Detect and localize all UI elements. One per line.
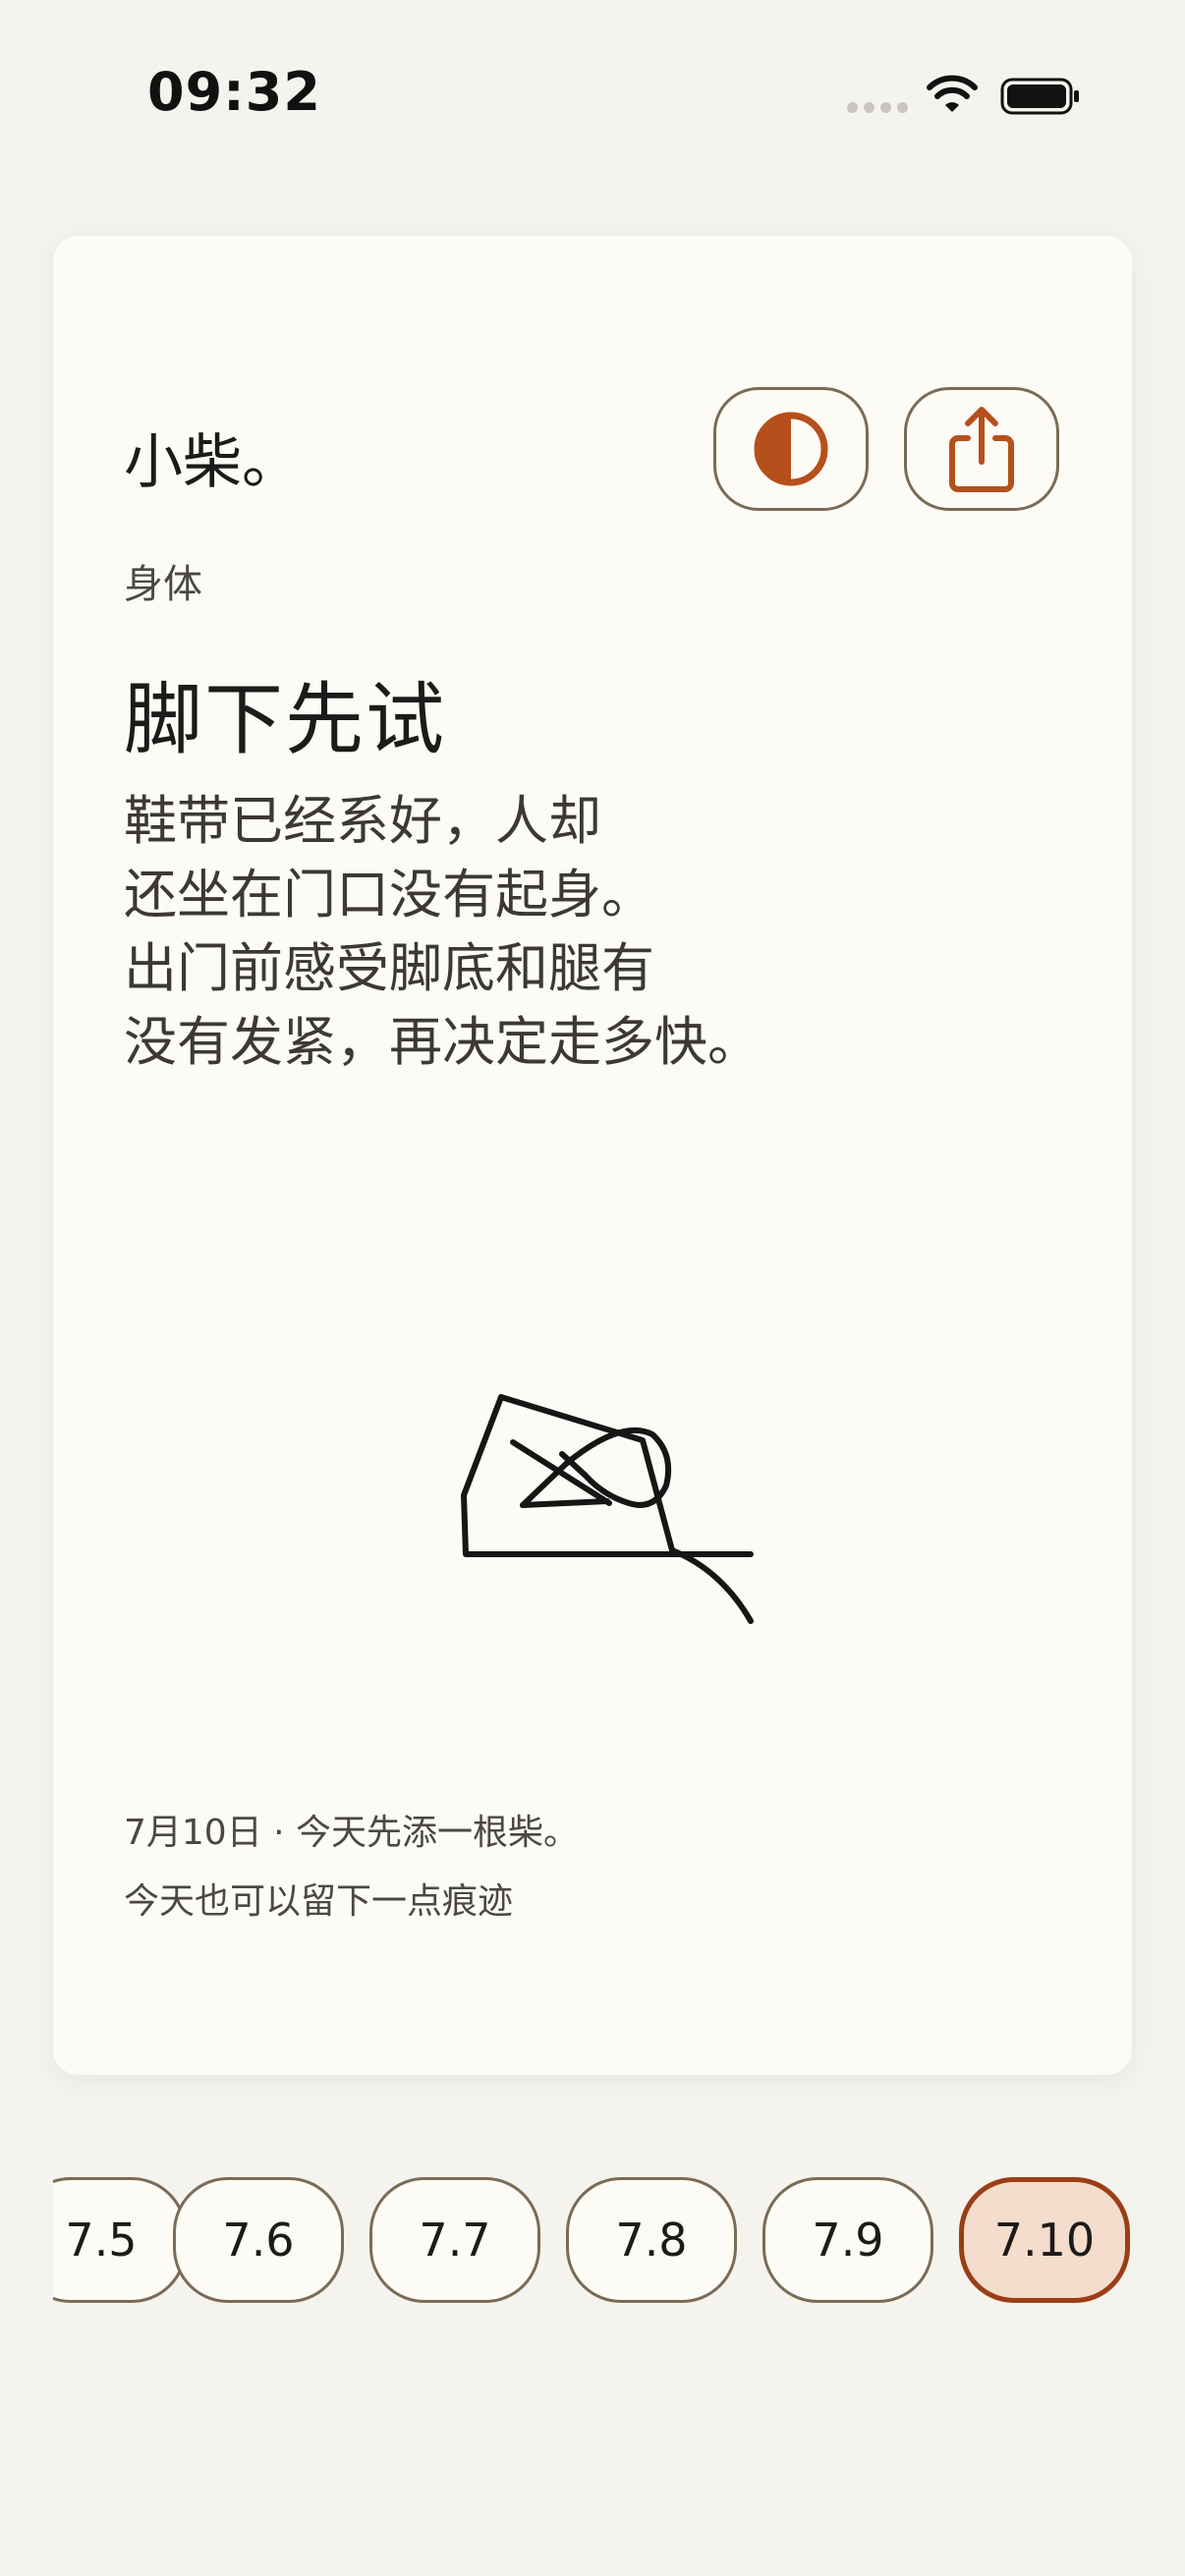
body-line: 鞋带已经系好，人却 (124, 790, 601, 852)
body-line: 没有发紧，再决定走多快。 (124, 1011, 761, 1073)
share-button[interactable] (904, 387, 1059, 511)
battery-icon (1000, 78, 1079, 115)
date-pill[interactable]: 7.9 (762, 2177, 933, 2303)
app-brand: 小柴。 (124, 428, 301, 497)
trace-prompt[interactable]: 今天也可以留下一点痕迹 (124, 1873, 513, 1924)
date-selector[interactable]: 7.5 7.6 7.7 7.8 7.9 7.10 (53, 2175, 1132, 2307)
daily-card: 小柴。 身体 脚下先试 鞋带已经系好，人却 还坐在门口没有起身。 出门前感受脚底… (53, 236, 1132, 2075)
date-pill[interactable]: 7.7 (369, 2177, 540, 2303)
date-caption: 7月10日 · 今天先添一根柴。 (124, 1813, 580, 1853)
date-pill-selected[interactable]: 7.10 (959, 2177, 1130, 2303)
cellular-signal-icon (847, 102, 908, 113)
share-icon (949, 407, 1014, 492)
date-pill[interactable]: 7.6 (173, 2177, 344, 2303)
half-circle-contrast-icon (754, 412, 828, 486)
status-bar: 09:32 (0, 0, 1185, 196)
date-pill[interactable]: 7.5 (53, 2177, 187, 2303)
shoe-sketch-icon (461, 1394, 754, 1624)
status-time: 09:32 (147, 61, 321, 123)
theme-toggle-button[interactable] (713, 387, 869, 511)
category-label: 身体 (124, 562, 202, 607)
card-body: 鞋带已经系好，人却 还坐在门口没有起身。 出门前感受脚底和腿有 没有发紧，再决定… (124, 784, 930, 1079)
body-line: 还坐在门口没有起身。 (124, 864, 654, 925)
body-line: 出门前感受脚底和腿有 (124, 937, 654, 999)
date-pill[interactable]: 7.8 (566, 2177, 737, 2303)
wifi-icon (927, 75, 978, 112)
card-title: 脚下先试 (124, 674, 446, 765)
